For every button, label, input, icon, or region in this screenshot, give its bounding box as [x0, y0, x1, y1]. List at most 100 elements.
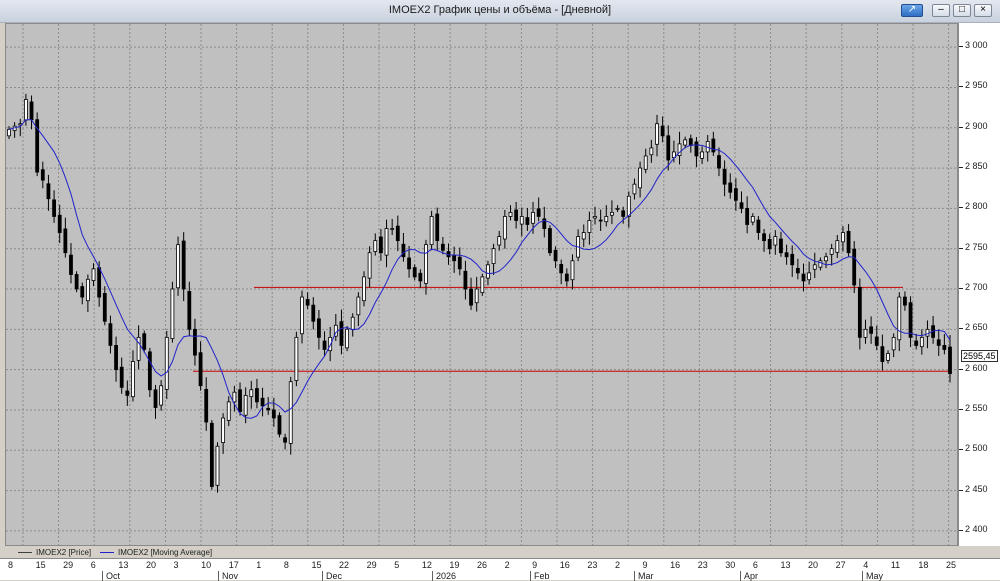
- candle-body: [153, 389, 158, 408]
- candle-body: [159, 385, 164, 406]
- candlestick-chart[interactable]: [6, 24, 958, 546]
- candle-body: [255, 388, 259, 403]
- candle-body: [384, 228, 389, 256]
- candle-body: [119, 366, 124, 388]
- candle-body: [480, 276, 485, 294]
- candle-body: [750, 216, 755, 223]
- x-day-label: 6: [90, 560, 96, 570]
- candle-body: [717, 155, 721, 169]
- candle-body: [74, 274, 79, 290]
- candle-body: [762, 233, 766, 242]
- candle-body: [491, 248, 496, 265]
- candle-body: [300, 296, 304, 335]
- candle-body: [322, 340, 327, 350]
- x-day-label: 4: [863, 560, 869, 570]
- y-tick-label: 2 750: [959, 241, 988, 252]
- candle-body: [925, 328, 930, 337]
- candle-body: [801, 273, 806, 282]
- candle-body: [846, 230, 851, 254]
- candle-body: [936, 339, 941, 346]
- candle-body: [367, 252, 372, 279]
- candle-body: [356, 296, 361, 316]
- y-tick-label: 2 500: [959, 443, 988, 454]
- candle-body: [908, 302, 913, 338]
- legend-ma-label: IMOEX2 [Moving Average]: [118, 548, 213, 557]
- y-tick-label: 2 700: [959, 282, 988, 292]
- candle-body: [193, 328, 197, 356]
- restore-button[interactable]: □: [953, 4, 971, 17]
- x-day-label: 8: [8, 560, 14, 570]
- candle-body: [24, 99, 28, 121]
- candle-body: [564, 273, 569, 282]
- candle-body: [131, 361, 135, 398]
- candle-body: [7, 128, 11, 137]
- x-day-label: 8: [283, 560, 289, 570]
- x-day-label: 6: [752, 560, 758, 570]
- x-day-label: 30: [725, 560, 736, 570]
- candle-body: [395, 225, 400, 242]
- candle-body: [548, 228, 552, 254]
- minimize-button[interactable]: ‒: [932, 4, 950, 17]
- x-day-label: 25: [946, 560, 957, 570]
- candle-body: [581, 232, 586, 240]
- candle-body: [373, 240, 378, 252]
- candle-body: [317, 318, 321, 338]
- current-price-label: 2595,45: [961, 350, 998, 362]
- candle-body: [463, 270, 468, 290]
- legend-ma: IMOEX2 [Moving Average]: [100, 548, 212, 557]
- candle-body: [429, 216, 434, 246]
- candle-body: [841, 232, 845, 243]
- candle-body: [711, 138, 716, 153]
- candle-body: [587, 220, 592, 233]
- x-day-label: 5: [394, 560, 400, 570]
- candle-body: [215, 445, 220, 486]
- pin-button[interactable]: ↗: [901, 4, 923, 17]
- x-day-label: 17: [228, 560, 239, 570]
- candle-body: [604, 216, 609, 223]
- window-title: IMOEX2 График цены и объёма - [Дневной]: [388, 4, 612, 16]
- candle-body: [683, 139, 688, 146]
- x-day-label: 1: [256, 560, 262, 570]
- candle-body: [880, 346, 885, 362]
- x-day-label: 18: [918, 560, 929, 570]
- legend-ma-line: [100, 552, 114, 554]
- candle-body: [598, 219, 603, 222]
- pin-icon: ↗: [907, 4, 917, 15]
- candle-body: [46, 183, 51, 200]
- candle-body: [767, 239, 772, 250]
- candle-body: [238, 389, 242, 412]
- candle-body: [525, 217, 530, 225]
- candle-body: [632, 183, 637, 195]
- candle-body: [418, 272, 423, 282]
- candle-body: [812, 264, 817, 270]
- candle-body: [474, 288, 479, 304]
- candle-body: [508, 212, 513, 217]
- candle-body: [615, 207, 620, 210]
- candle-body: [407, 257, 411, 270]
- candle-body: [553, 249, 558, 262]
- candle-body: [221, 417, 226, 443]
- candle-body: [147, 351, 152, 391]
- candle-body: [790, 253, 795, 266]
- candle-body: [424, 244, 428, 284]
- minimize-icon: ‒: [938, 4, 944, 15]
- price-chart-area[interactable]: [5, 23, 958, 546]
- candle-body: [626, 195, 631, 217]
- candle-body: [457, 256, 462, 270]
- y-tick-label: 2 450: [959, 483, 988, 494]
- close-button[interactable]: ×: [974, 4, 992, 17]
- candle-body: [452, 255, 457, 262]
- candle-body: [97, 267, 102, 298]
- candle-body: [733, 188, 738, 201]
- candle-body: [502, 216, 507, 240]
- candle-body: [339, 321, 344, 346]
- x-day-label: 9: [532, 560, 538, 570]
- title-bar[interactable]: IMOEX2 График цены и объёма - [Дневной] …: [0, 0, 1000, 23]
- candle-body: [69, 254, 73, 275]
- candle-body: [728, 182, 733, 193]
- candle-body: [486, 264, 490, 279]
- candle-body: [497, 236, 502, 246]
- candle-body: [57, 214, 62, 233]
- candle-body: [756, 219, 761, 233]
- x-day-label: 15: [311, 560, 322, 570]
